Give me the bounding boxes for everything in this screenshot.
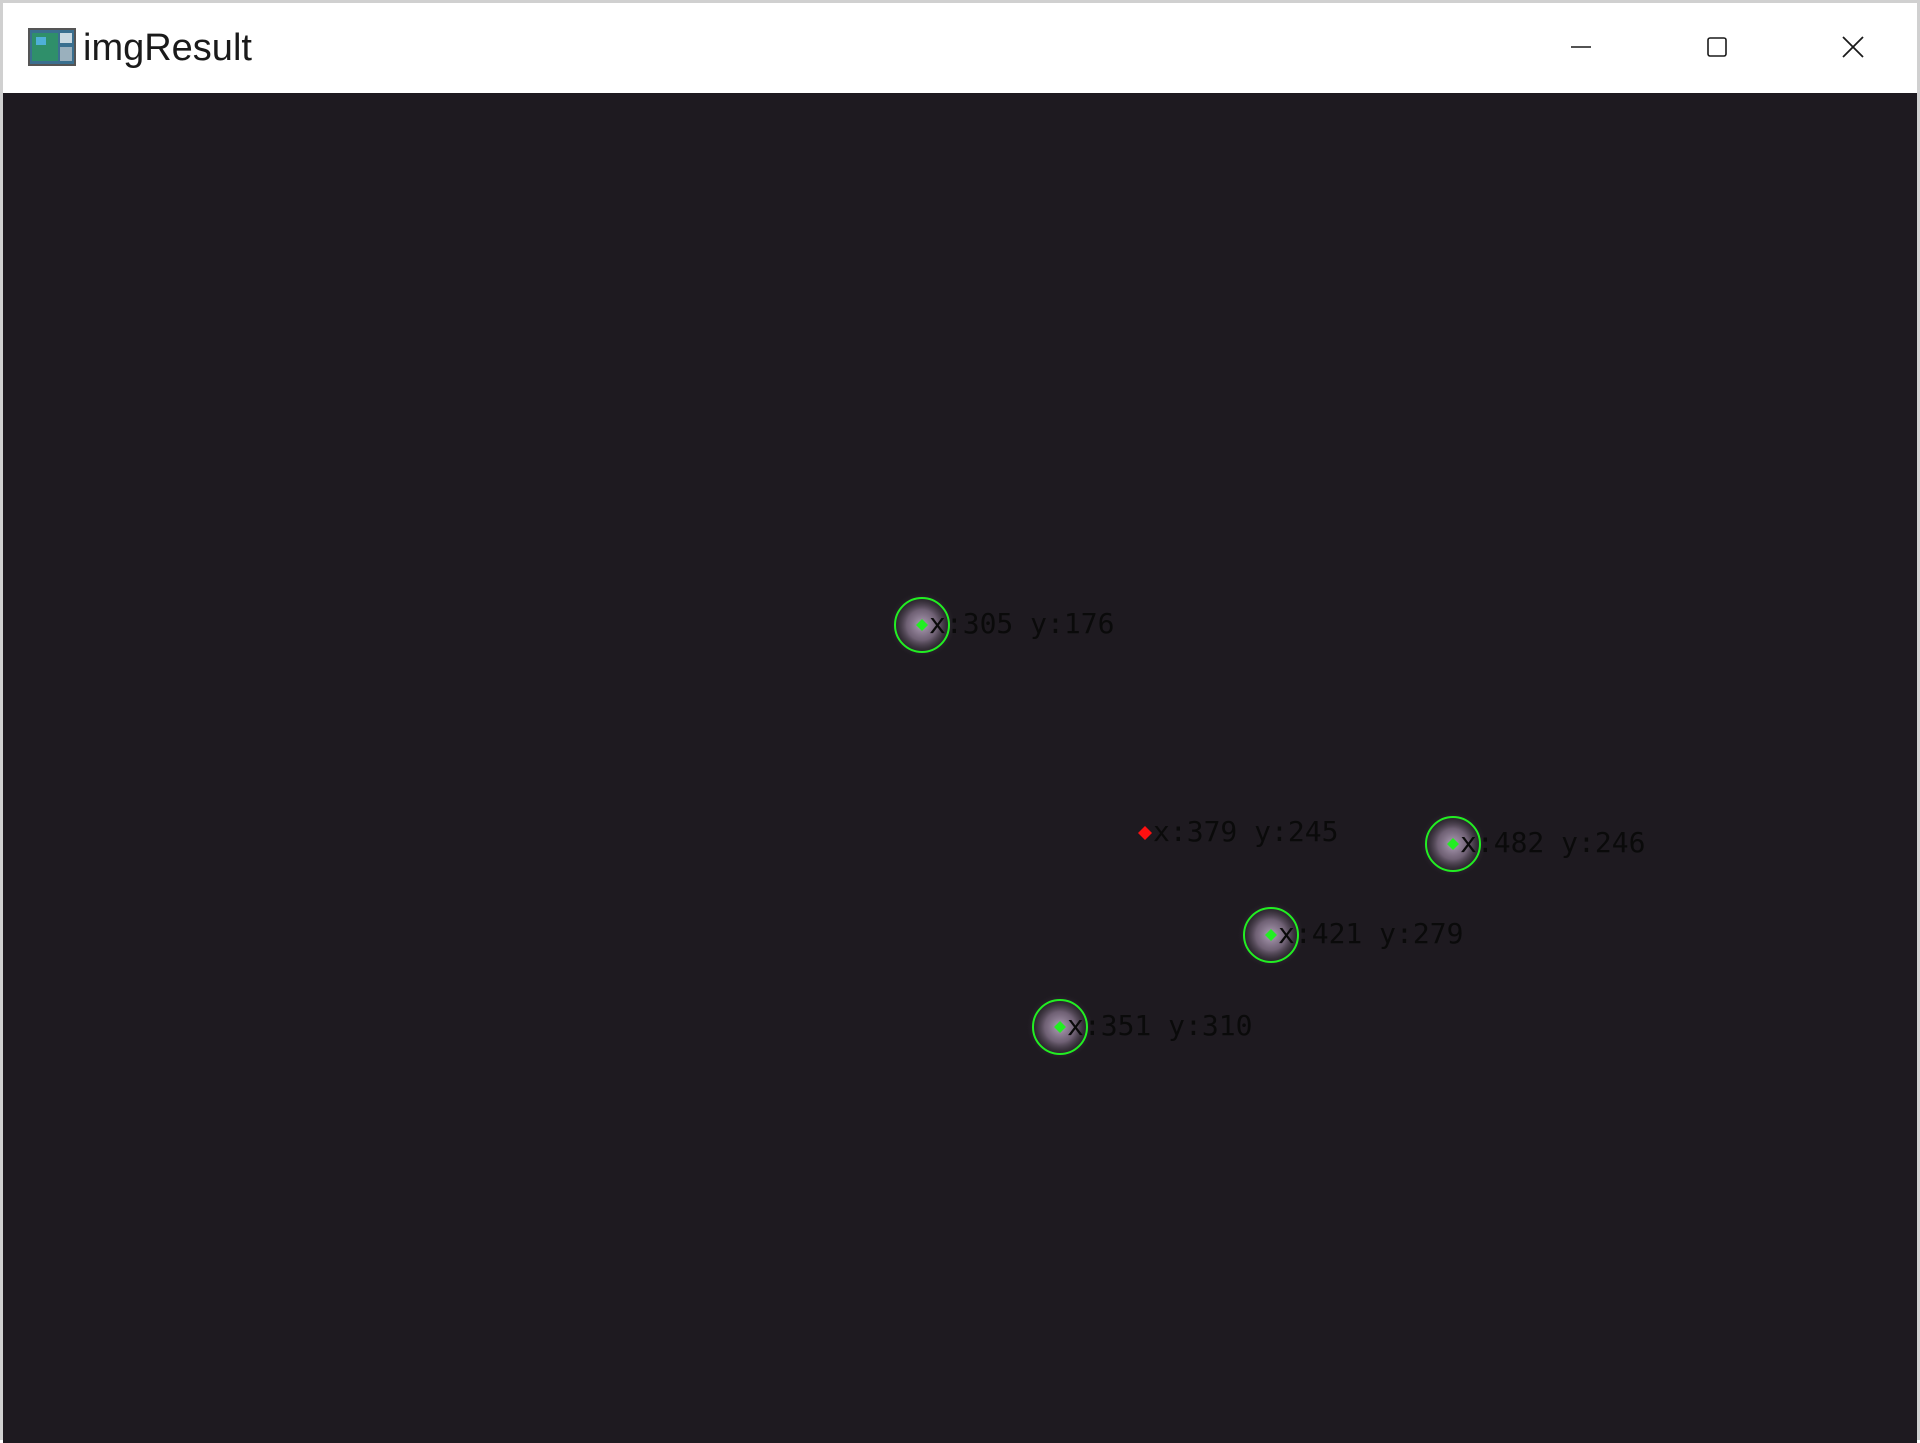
centroid-label: x:379 y:245 — [1153, 815, 1338, 848]
minimize-button[interactable] — [1513, 3, 1649, 91]
maximize-button[interactable] — [1649, 3, 1785, 91]
image-window: imgResult x:305 y:176 x:482 y:246 x:421 … — [0, 0, 1920, 1443]
centroid-marker — [1138, 826, 1152, 840]
title-bar[interactable]: imgResult — [3, 3, 1917, 93]
close-button[interactable] — [1785, 3, 1920, 91]
detection-overlay: x:305 y:176 x:482 y:246 x:421 y:279 x:351 y… — [888, 591, 1645, 1061]
maximize-icon — [1706, 36, 1728, 58]
result-image: x:305 y:176 x:482 y:246 x:421 y:279 x:351 y… — [3, 93, 1917, 1443]
window-title: imgResult — [83, 27, 252, 69]
close-icon — [1841, 35, 1865, 59]
detection-label: x:482 y:246 — [1460, 826, 1645, 859]
detection-label: x:351 y:310 — [1067, 1009, 1252, 1042]
detection-label: x:305 y:176 — [929, 607, 1114, 640]
app-icon — [28, 27, 76, 67]
detection-label: x:421 y:279 — [1278, 917, 1463, 950]
minimize-icon — [1570, 36, 1592, 58]
